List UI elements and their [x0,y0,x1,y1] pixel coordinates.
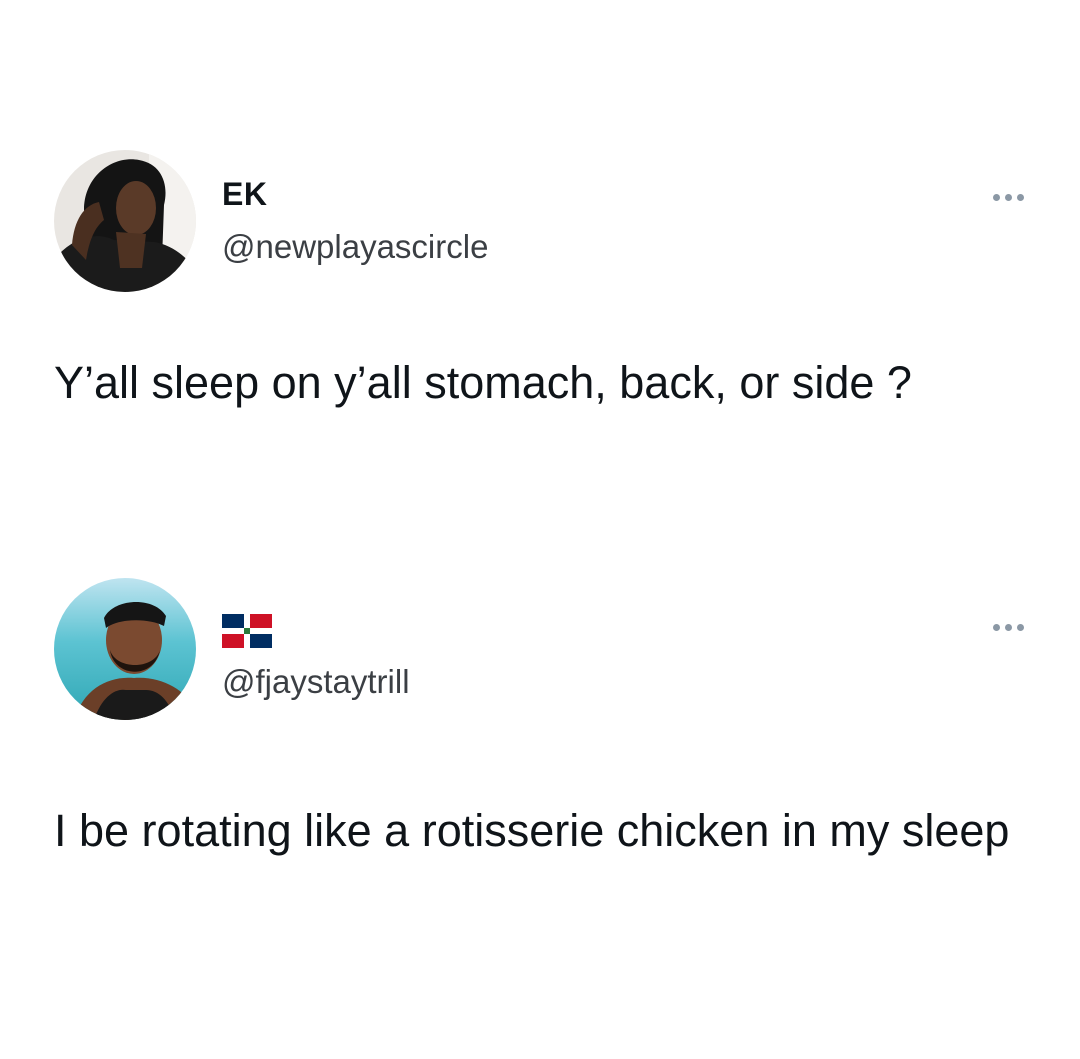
avatar[interactable] [54,150,196,292]
dot [1017,624,1024,631]
profile-photo-icon [54,578,196,720]
display-name[interactable]: EK [222,176,267,213]
more-options-icon[interactable] [993,624,1024,631]
dominican-republic-flag-icon [222,614,272,648]
avatar[interactable] [54,578,196,720]
dot [993,194,1000,201]
original-tweet: EK @newplayascircle Y’all sleep on y’all… [0,0,1080,560]
tweet-text: I be rotating like a rotisserie chicken … [54,805,1010,856]
tweet-text: Y’all sleep on y’all stomach, back, or s… [54,357,912,408]
dot [1005,194,1012,201]
more-options-icon[interactable] [993,194,1024,201]
dot [1017,194,1024,201]
profile-photo-icon [54,150,196,292]
dot [993,624,1000,631]
reply-tweet: @fjaystaytrill I be rotating like a roti… [0,560,1080,1059]
dot [1005,624,1012,631]
username-handle[interactable]: @newplayascircle [222,228,488,266]
username-handle[interactable]: @fjaystaytrill [222,663,410,701]
